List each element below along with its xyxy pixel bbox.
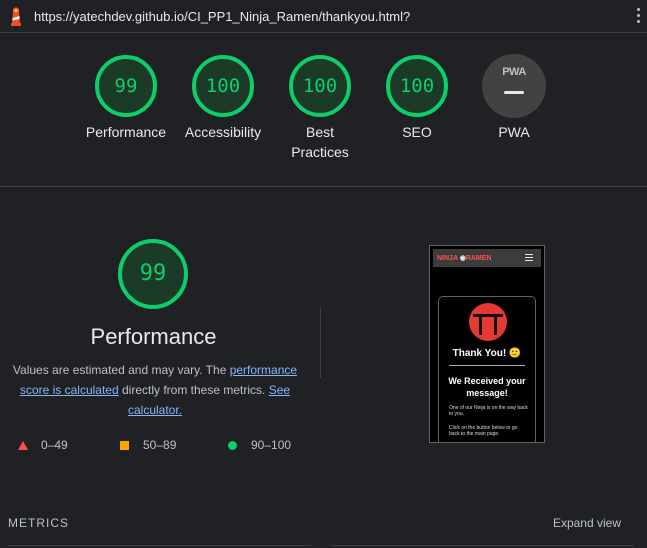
screenshot-heading: Thank You! 🙂 [452, 348, 522, 359]
screenshot-subheading: We Received your message! [448, 376, 526, 398]
gauge-best-practices[interactable]: 100 Best Practices [270, 54, 370, 162]
top-bar: https://yatechdev.github.io/CI_PP1_Ninja… [0, 0, 647, 33]
performance-section: 99 Performance Values are estimated and … [0, 188, 647, 548]
screenshot-navbar: NINJA ◉RAMEN [433, 249, 541, 267]
brand-right: RAMEN [465, 255, 492, 262]
gauge-performance[interactable]: 99 Performance [76, 54, 176, 142]
score-value: 100 [205, 75, 241, 97]
performance-description: Values are estimated and may vary. The p… [8, 360, 302, 420]
pwa-badge-text: PWA [502, 66, 526, 78]
gauge-label: Performance [85, 124, 167, 140]
score-value: 100 [399, 75, 435, 97]
legend-range: 90–100 [251, 438, 292, 452]
gauge-label: Accessibility [184, 124, 262, 140]
gauge-pwa[interactable]: PWA PWA [464, 54, 564, 142]
score-value: 100 [302, 75, 338, 97]
gauge-label: PWA [498, 124, 530, 140]
score-ring: 100 [288, 54, 352, 118]
gauge-label: SEO [402, 124, 432, 140]
score-ring: 100 [385, 54, 449, 118]
legend-range: 0–49 [41, 438, 68, 452]
final-screenshot[interactable]: NINJA ◉RAMEN Thank You! 🙂 We Received yo… [429, 245, 545, 443]
metrics-heading: METRICS [8, 516, 69, 530]
average-square-icon [120, 441, 129, 450]
description-text: directly from these metrics. [118, 383, 269, 397]
gauge-accessibility[interactable]: 100 Accessibility [173, 54, 273, 142]
gauge-seo[interactable]: 100 SEO [367, 54, 467, 142]
vertical-divider [320, 308, 321, 378]
score-ring: 100 [191, 54, 255, 118]
lighthouse-icon [11, 7, 21, 26]
expand-view-toggle[interactable]: Expand view [553, 516, 621, 530]
gauge-label: Best Practices [291, 124, 349, 160]
score-summary: 99 Performance 100 Accessibility 100 Bes… [0, 33, 647, 187]
report-url[interactable]: https://yatechdev.github.io/CI_PP1_Ninja… [34, 9, 410, 24]
description-text: Values are estimated and may vary. The [12, 363, 230, 377]
screenshot-divider [449, 365, 525, 366]
screenshot-paragraph: Click on the button below to go back to … [449, 425, 518, 437]
pwa-dash-icon [504, 91, 524, 94]
fail-triangle-icon [18, 441, 28, 450]
hamburger-icon [525, 254, 533, 263]
screenshot-paragraph: One of our Ninja is on the way back to y… [449, 405, 528, 417]
pwa-badge-icon: PWA [482, 54, 546, 118]
torii-gate-icon [469, 303, 507, 341]
performance-score-value: 99 [139, 261, 167, 286]
metrics-divider [8, 545, 311, 546]
performance-score-ring: 99 [117, 238, 189, 310]
screenshot-card: Thank You! 🙂 We Received your message! O… [438, 296, 536, 442]
brand-left: NINJA [437, 255, 458, 262]
score-value: 99 [114, 75, 138, 97]
kebab-menu-icon[interactable] [635, 8, 641, 24]
performance-title: Performance [90, 324, 217, 349]
pass-circle-icon [228, 441, 237, 450]
metrics-divider [331, 545, 634, 546]
score-ring: 99 [94, 54, 158, 118]
legend-range: 50–89 [143, 438, 177, 452]
screenshot-brand: NINJA ◉RAMEN [437, 255, 492, 262]
